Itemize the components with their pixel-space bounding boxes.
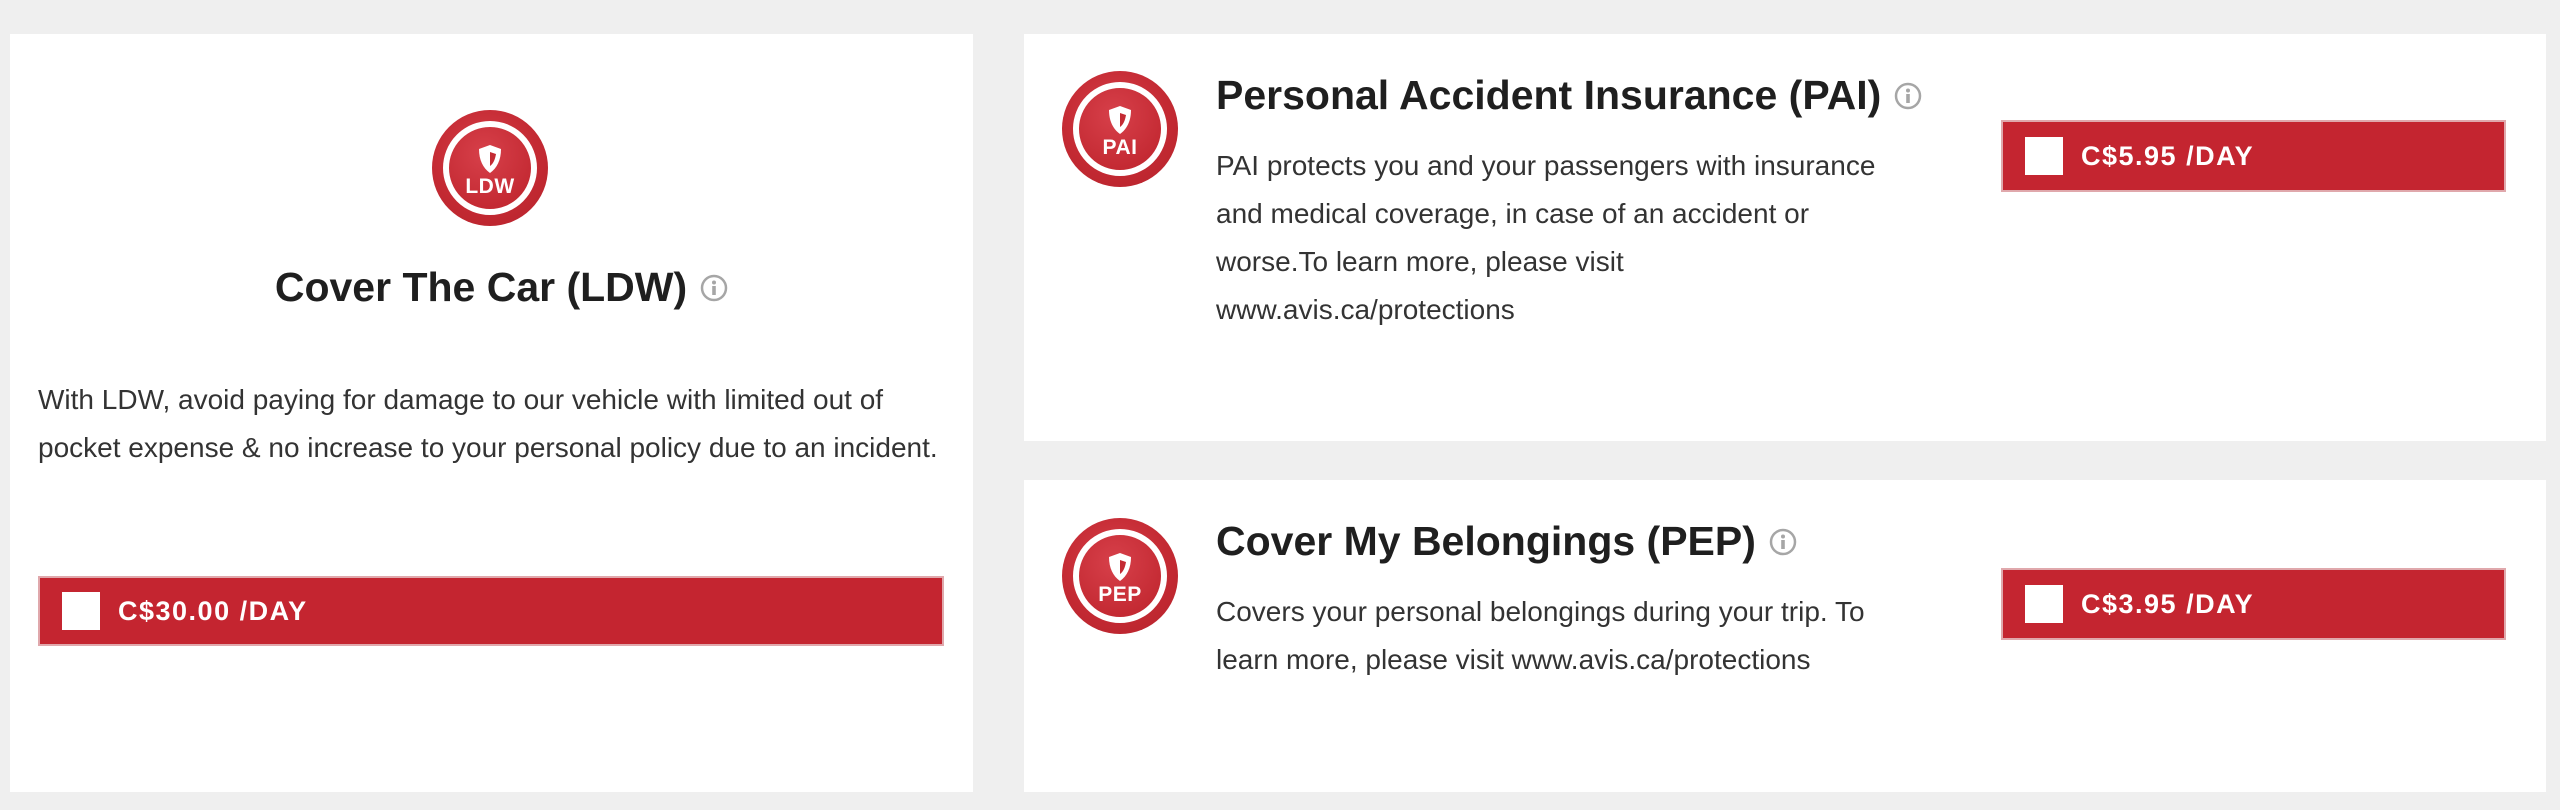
pai-badge: PAI — [1062, 71, 1178, 187]
ldw-badge: LDW — [432, 110, 548, 226]
pai-checkbox[interactable] — [2025, 137, 2063, 175]
product-description: PAI protects you and your passengers wit… — [1216, 150, 1876, 325]
ldw-checkbox[interactable] — [62, 592, 100, 630]
product-title: Cover My Belongings (PEP) — [1216, 518, 1798, 565]
pep-badge: PEP — [1062, 518, 1178, 634]
product-title-text: Personal Accident Insurance (PAI) — [1216, 72, 1882, 118]
add-ldw-button[interactable]: C$30.00 /DAY — [38, 576, 944, 646]
price-label: C$30.00 /DAY — [118, 595, 308, 626]
badge-label: PAI — [1102, 135, 1138, 159]
shield-icon — [479, 144, 501, 173]
badge-label: LDW — [465, 174, 515, 198]
info-icon[interactable] — [1893, 81, 1923, 111]
product-title-text: Cover My Belongings (PEP) — [1216, 518, 1756, 564]
product-description: Covers your personal belongings during y… — [1216, 596, 1865, 675]
info-icon[interactable] — [699, 273, 729, 303]
product-card-ldw: LDW Cover The Car (LDW) With LDW, avoid … — [10, 34, 973, 792]
price-label: C$5.95 /DAY — [2081, 140, 2255, 171]
shield-icon — [1109, 552, 1131, 581]
add-pep-button[interactable]: C$3.95 /DAY — [2001, 568, 2506, 640]
product-card-pep: PEP Cover My Belongings (PEP) Covers you… — [1024, 480, 2546, 792]
product-title: Cover The Car (LDW) — [242, 264, 762, 311]
price-label: C$3.95 /DAY — [2081, 588, 2255, 619]
product-description: With LDW, avoid paying for damage to our… — [38, 384, 938, 463]
product-title: Personal Accident Insurance (PAI) — [1216, 72, 1923, 119]
shield-icon — [1109, 105, 1131, 134]
add-pai-button[interactable]: C$5.95 /DAY — [2001, 120, 2506, 192]
product-title-text: Cover The Car (LDW) — [274, 264, 688, 310]
info-icon[interactable] — [1768, 527, 1798, 557]
pep-checkbox[interactable] — [2025, 585, 2063, 623]
product-card-pai: PAI Personal Accident Insurance (PAI) PA… — [1024, 34, 2546, 441]
badge-label: PEP — [1098, 582, 1142, 606]
